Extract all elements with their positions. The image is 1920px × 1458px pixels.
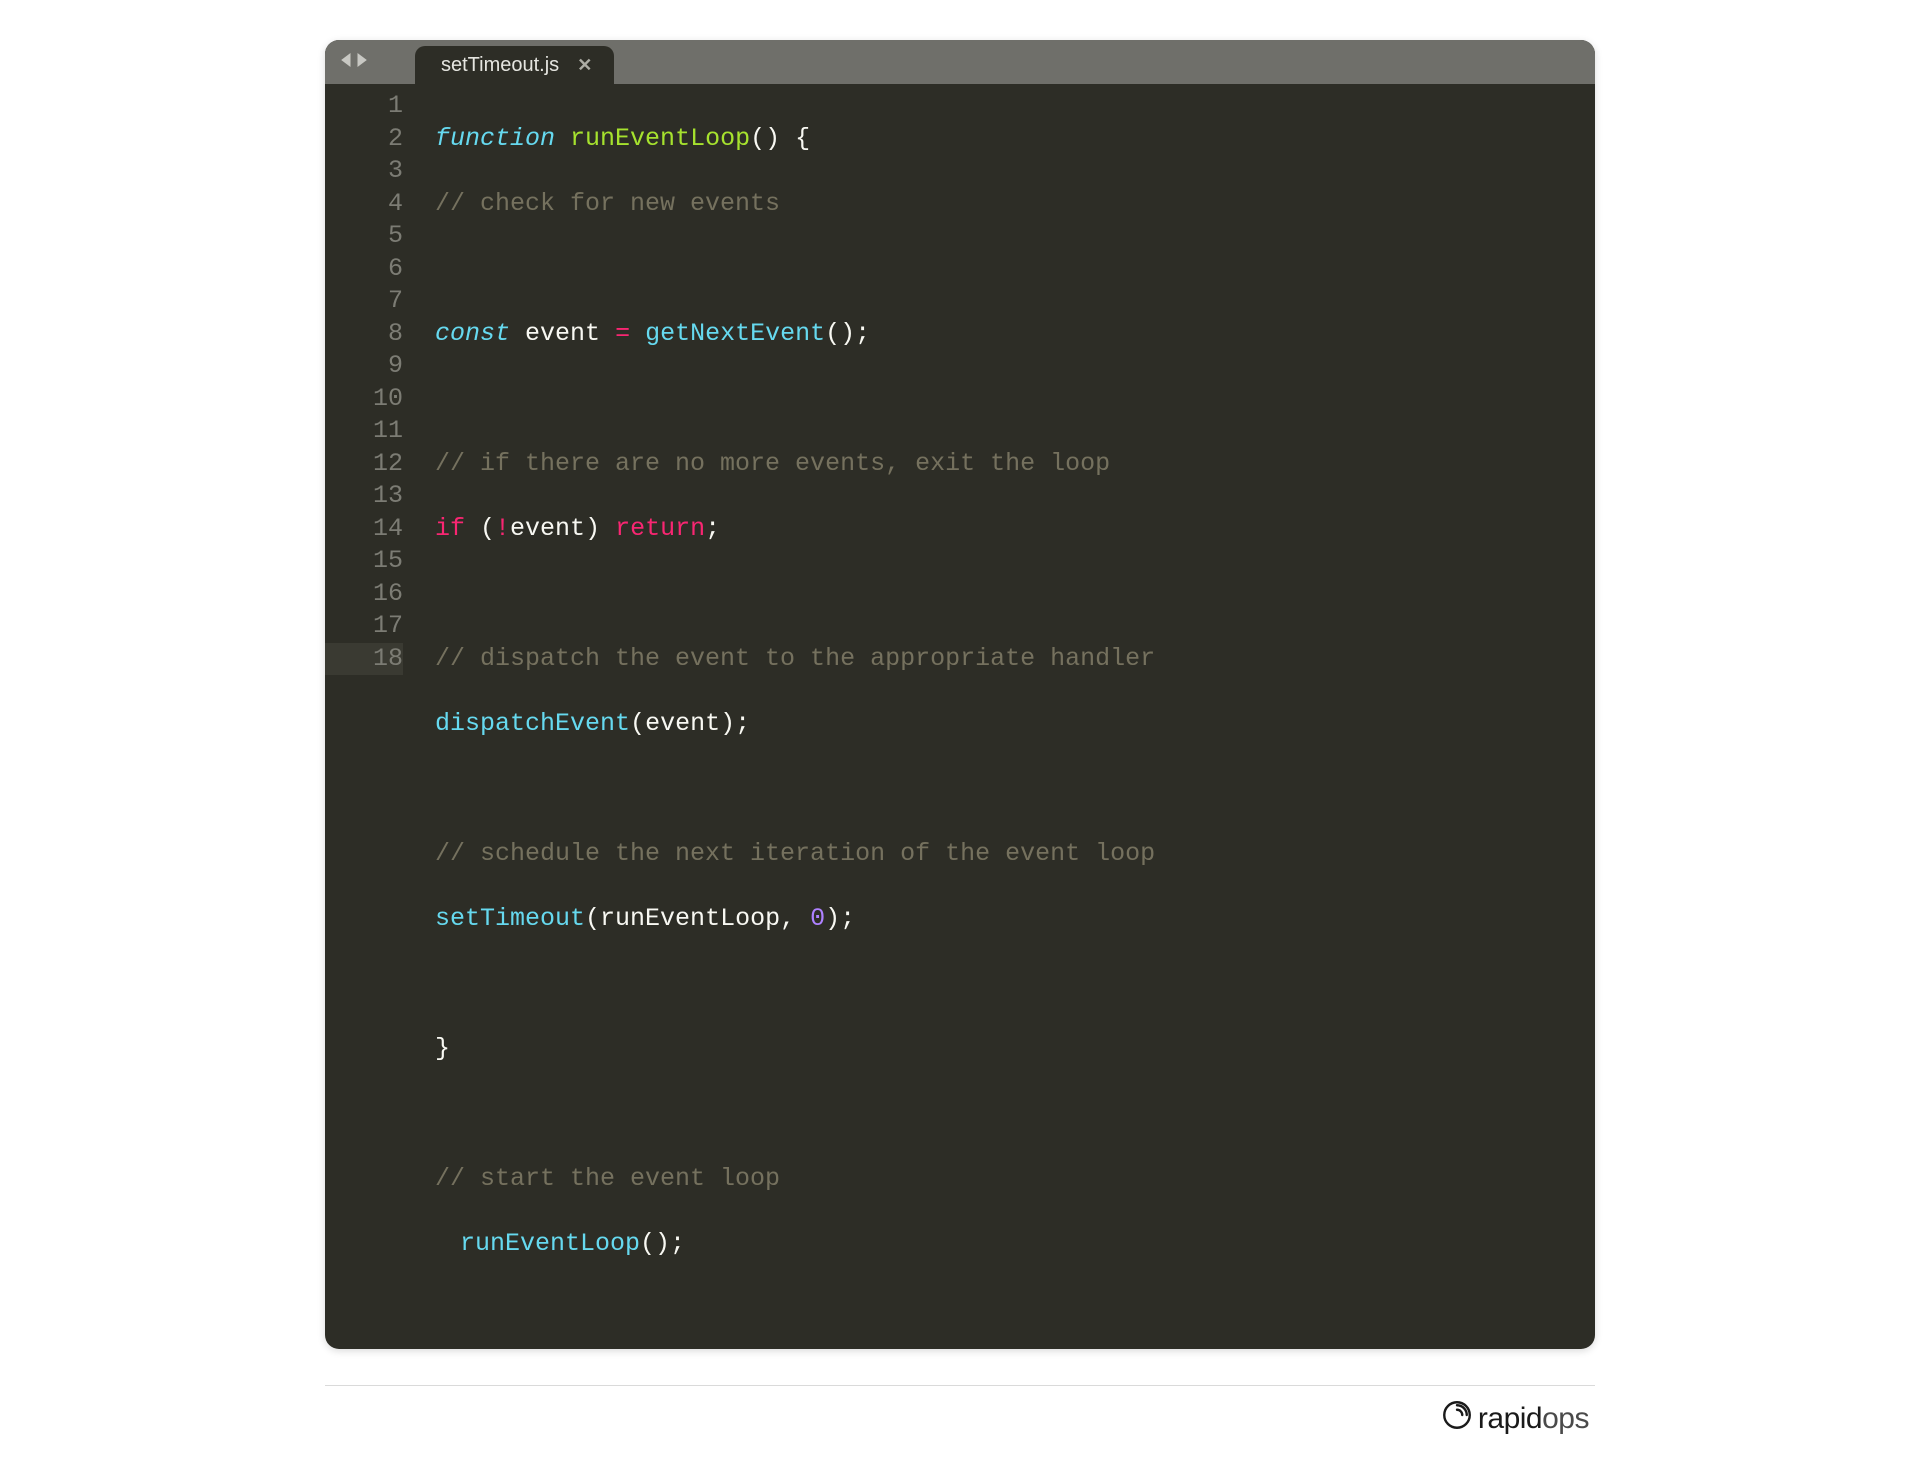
function-call: setTimeout	[435, 904, 585, 933]
operator-not: !	[495, 514, 510, 543]
brand-logo: rapidops	[1442, 1400, 1589, 1438]
line-number: 10	[325, 383, 403, 416]
number-literal: 0	[810, 904, 825, 933]
identifier: event	[645, 709, 720, 738]
brand-light: ops	[1542, 1402, 1589, 1435]
function-call: runEventLoop	[460, 1229, 640, 1258]
keyword-const: const	[435, 319, 510, 348]
line-gutter: 123456789101112131415161718	[325, 90, 425, 1325]
punct: ();	[640, 1229, 685, 1258]
brand-icon	[1442, 1400, 1472, 1438]
tab-spacer	[383, 40, 415, 84]
line-number: 6	[325, 253, 403, 286]
punct: );	[720, 709, 750, 738]
function-name: runEventLoop	[570, 124, 750, 153]
footer: rapidops	[325, 1385, 1595, 1438]
line-number: 12	[325, 448, 403, 481]
keyword-if: if	[435, 514, 465, 543]
punct: () {	[750, 124, 810, 153]
identifier: runEventLoop	[600, 904, 780, 933]
line-number: 17	[325, 610, 403, 643]
function-call: getNextEvent	[645, 319, 825, 348]
line-number: 11	[325, 415, 403, 448]
comment: // check for new events	[435, 189, 780, 218]
identifier: event	[525, 319, 600, 348]
tab-filename: setTimeout.js	[441, 54, 559, 77]
line-number: 1	[325, 90, 403, 123]
line-number: 8	[325, 318, 403, 351]
comment: // schedule the next iteration of the ev…	[435, 839, 1155, 868]
identifier: event	[510, 514, 585, 543]
line-number: 3	[325, 155, 403, 188]
punct: (	[630, 709, 645, 738]
operator: =	[615, 319, 630, 348]
line-number: 5	[325, 220, 403, 253]
punct: (	[465, 514, 495, 543]
brand-bold: rapid	[1478, 1402, 1542, 1435]
line-number: 7	[325, 285, 403, 318]
close-icon[interactable]: ✕	[577, 55, 592, 76]
brace-close: }	[435, 1034, 450, 1063]
keyword-function: function	[435, 124, 555, 153]
nav-back-icon[interactable]	[341, 53, 353, 72]
punct: );	[825, 904, 855, 933]
punct: (	[585, 904, 600, 933]
tab-active[interactable]: setTimeout.js ✕	[415, 46, 614, 84]
punct: ();	[825, 319, 870, 348]
line-number: 2	[325, 123, 403, 156]
line-number: 18	[325, 643, 403, 676]
code-content[interactable]: function runEventLoop() { // check for n…	[425, 90, 1595, 1325]
line-number: 4	[325, 188, 403, 221]
tab-bar: setTimeout.js ✕	[325, 40, 1595, 84]
comment: // if there are no more events, exit the…	[435, 449, 1110, 478]
comment: // start the event loop	[435, 1164, 780, 1193]
nav-forward-icon[interactable]	[355, 53, 367, 72]
line-number: 15	[325, 545, 403, 578]
line-number: 13	[325, 480, 403, 513]
nav-arrows	[325, 40, 383, 84]
function-call: dispatchEvent	[435, 709, 630, 738]
punct: ;	[705, 514, 720, 543]
punct: )	[585, 514, 615, 543]
line-number: 14	[325, 513, 403, 546]
comment: // dispatch the event to the appropriate…	[435, 644, 1155, 673]
line-number: 9	[325, 350, 403, 383]
code-area[interactable]: 123456789101112131415161718 function run…	[325, 84, 1595, 1349]
punct: ,	[780, 904, 810, 933]
brand-text: rapidops	[1478, 1402, 1589, 1436]
line-number: 16	[325, 578, 403, 611]
keyword-return: return	[615, 514, 705, 543]
editor-window: setTimeout.js ✕ 123456789101112131415161…	[325, 40, 1595, 1349]
